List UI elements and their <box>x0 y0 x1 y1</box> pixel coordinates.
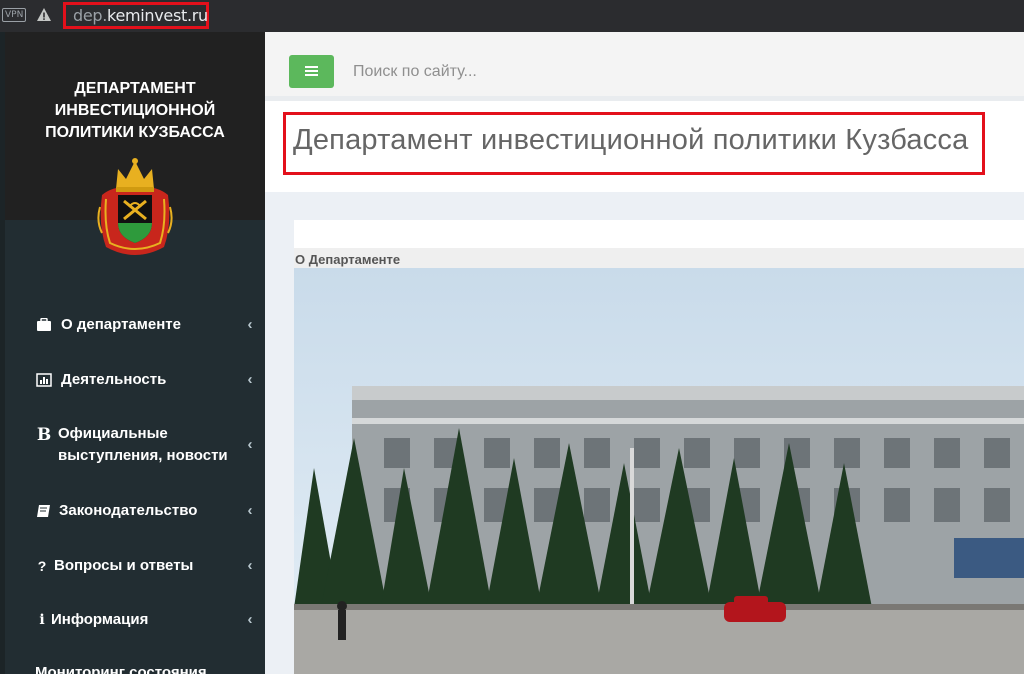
sidebar-item-news[interactable]: B Официальные выступления, новости ‹ <box>5 423 265 469</box>
coat-of-arms-icon[interactable] <box>96 155 174 260</box>
briefcase-icon <box>37 318 51 331</box>
sidebar-item-monitoring[interactable]: Мониторинг состояния <box>5 662 265 684</box>
book-icon <box>37 505 50 517</box>
url-host: keminvest.ru <box>107 6 208 25</box>
org-title[interactable]: ДЕПАРТАМЕНТ ИНВЕСТИЦИОННОЙ ПОЛИТИКИ КУЗБ… <box>15 78 255 144</box>
question-icon: ? <box>37 558 47 574</box>
sidebar-item-activity[interactable]: Деятельность ‹ <box>5 369 265 391</box>
hamburger-icon <box>305 70 318 72</box>
chevron-left-icon: ‹ <box>247 316 253 333</box>
panel-header <box>294 220 1024 248</box>
building-photo <box>294 268 1024 674</box>
menu-toggle-button[interactable] <box>289 55 334 88</box>
sidebar-item-legislation[interactable]: Законодательство ‹ <box>5 500 265 522</box>
topbar-divider <box>265 96 1024 101</box>
bold-b-icon: B <box>36 425 52 445</box>
chevron-left-icon: ‹ <box>247 502 253 519</box>
sidebar-item-label: Официальные выступления, новости <box>58 425 228 464</box>
sidebar-item-label: Информация <box>51 611 149 628</box>
chevron-left-icon: ‹ <box>247 371 253 388</box>
hamburger-icon <box>305 74 318 76</box>
panel-label-bar <box>294 248 1024 268</box>
bar-chart-icon <box>36 373 52 387</box>
sidebar-item-info[interactable]: i Информация ‹ <box>5 609 265 631</box>
search-input[interactable]: Поиск по сайту... <box>353 63 477 81</box>
url-prefix: dep. <box>73 6 108 25</box>
sidebar-item-faq[interactable]: ? Вопросы и ответы ‹ <box>5 555 265 577</box>
info-icon: i <box>39 612 45 628</box>
chevron-left-icon: ‹ <box>247 557 253 574</box>
chevron-left-icon: ‹ <box>247 436 253 453</box>
sidebar-item-label: Деятельность <box>61 371 167 388</box>
hamburger-icon <box>305 66 318 68</box>
page-title: Департамент инвестиционной политики Кузб… <box>293 124 969 156</box>
vpn-badge[interactable]: VPN <box>2 8 27 22</box>
sidebar-item-label: Законодательство <box>59 502 198 519</box>
url-field[interactable]: dep.keminvest.ru <box>73 6 208 25</box>
warning-icon[interactable] <box>36 7 52 23</box>
sidebar-item-label: О департаменте <box>61 316 181 333</box>
sidebar-item-label: Вопросы и ответы <box>54 557 194 574</box>
sidebar-item-label: Мониторинг состояния <box>35 664 207 681</box>
section-label[interactable]: О Департаменте <box>295 252 400 267</box>
chevron-left-icon: ‹ <box>247 611 253 628</box>
sidebar-item-about[interactable]: О департаменте ‹ <box>5 314 265 336</box>
